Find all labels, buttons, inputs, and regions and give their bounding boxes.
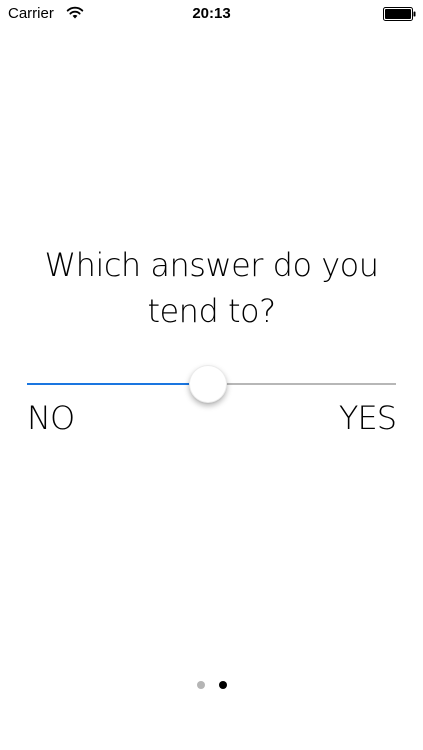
- status-time: 20:13: [192, 5, 231, 22]
- question-line-2: tend to?: [147, 292, 276, 330]
- slider-max-label: YES: [338, 399, 397, 437]
- slider-fill: [27, 383, 208, 385]
- slider-thumb[interactable]: [188, 365, 227, 403]
- question-line-1: Which answer do you: [44, 246, 379, 284]
- slider-min-label: NO: [27, 399, 75, 437]
- question-text: Which answer do you tend to?: [30, 242, 393, 334]
- page-dot-1[interactable]: [196, 681, 205, 689]
- battery-icon: [383, 7, 416, 21]
- page-control[interactable]: [0, 681, 423, 691]
- page-dot-2[interactable]: [218, 681, 227, 689]
- status-bar: Carrier 20:13: [0, 0, 423, 28]
